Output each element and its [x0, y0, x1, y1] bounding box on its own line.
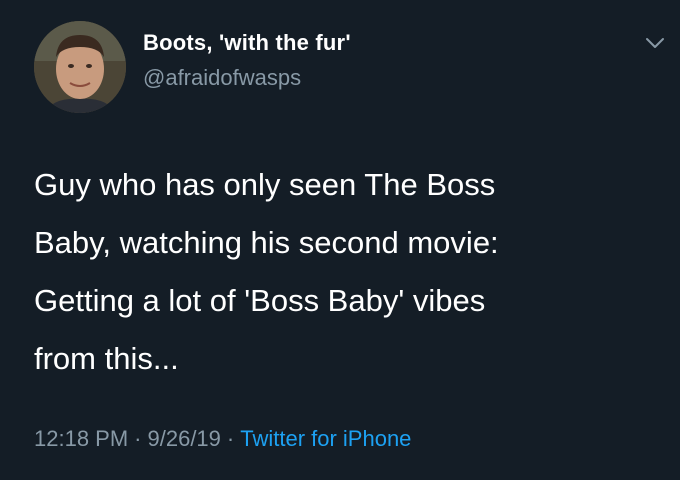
tweet-text-line: Getting a lot of 'Boss Baby' vibes	[34, 283, 486, 318]
tweet-source-link[interactable]: Twitter for iPhone	[240, 426, 411, 451]
avatar[interactable]	[34, 21, 126, 113]
tweet-date[interactable]: 9/26/19	[148, 426, 221, 451]
tweet-text-line: Baby, watching his second movie:	[34, 225, 499, 260]
tweet-meta: 12:18 PM · 9/26/19 · Twitter for iPhone	[34, 426, 411, 452]
tweet-text: Guy who has only seen The Boss Baby, wat…	[34, 156, 654, 388]
tweet-text-line: from this...	[34, 341, 179, 376]
tweet-text-line: Guy who has only seen The Boss	[34, 167, 496, 202]
display-name[interactable]: Boots, 'with the fur'	[143, 30, 351, 56]
tweet-time[interactable]: 12:18 PM	[34, 426, 128, 451]
meta-separator: ·	[134, 426, 142, 451]
user-handle[interactable]: @afraidofwasps	[143, 65, 301, 91]
tweet-card: Boots, 'with the fur' @afraidofwasps Guy…	[0, 0, 680, 480]
meta-separator: ·	[226, 426, 235, 451]
chevron-down-icon[interactable]	[642, 33, 668, 53]
